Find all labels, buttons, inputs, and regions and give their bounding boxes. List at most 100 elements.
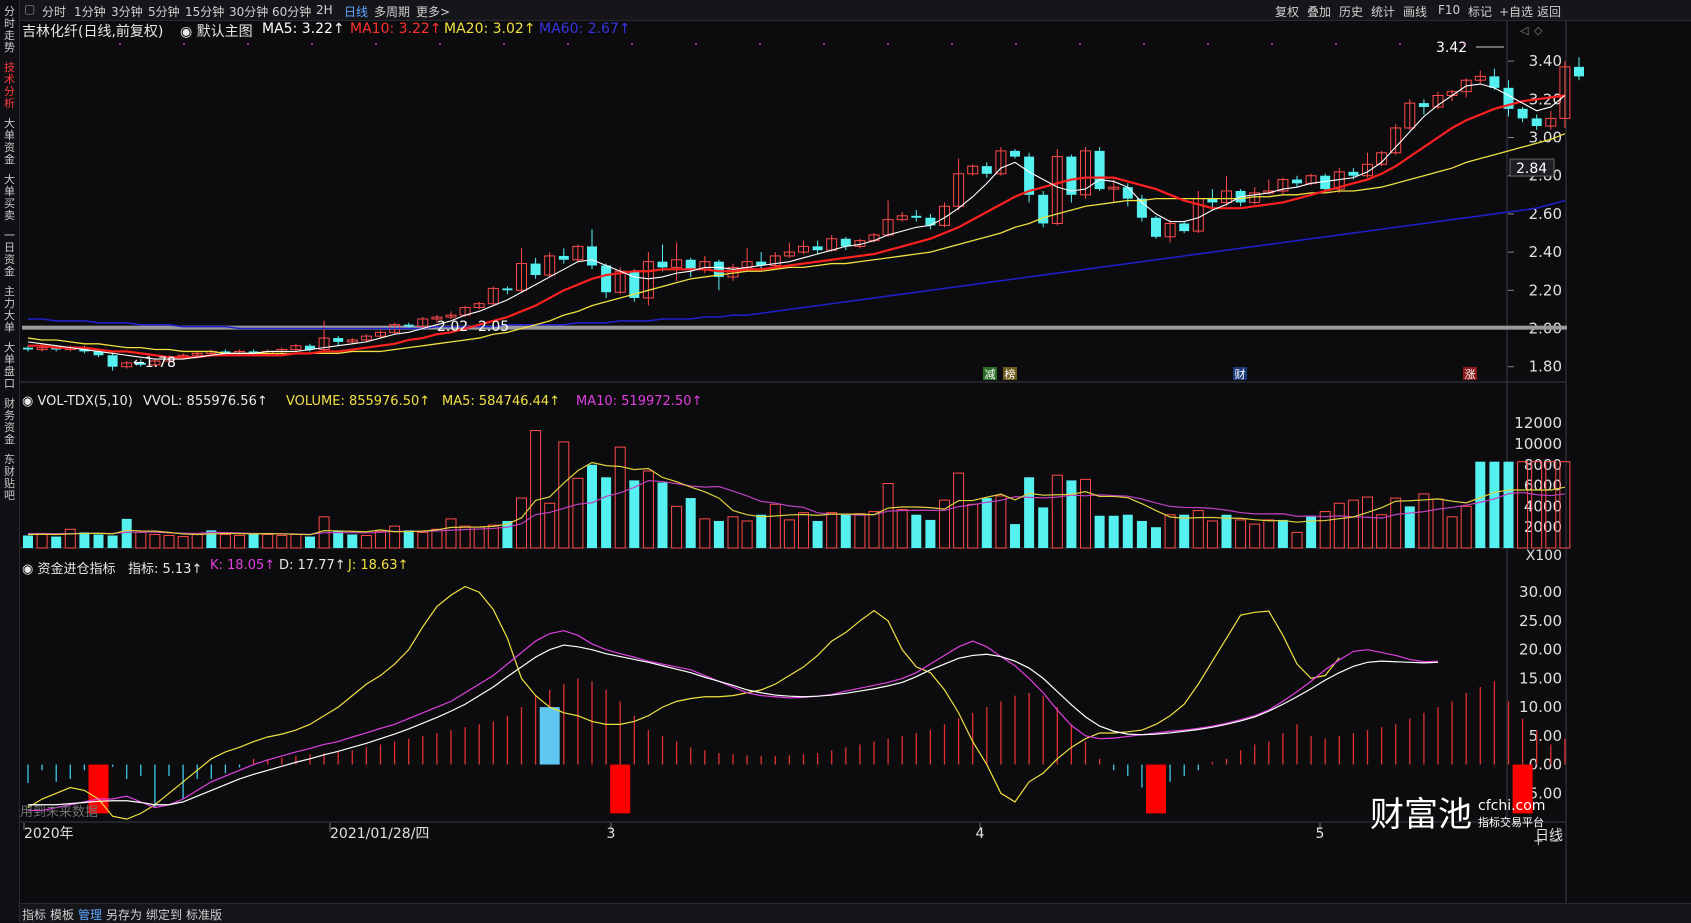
volume-bar <box>248 533 259 548</box>
event-dot <box>503 43 505 45</box>
volume-bar <box>1475 461 1486 548</box>
volume-bar <box>1347 499 1359 549</box>
candle-body <box>1531 118 1542 127</box>
manage-tab[interactable]: 管理 <box>78 906 102 923</box>
volume-bar <box>657 482 668 548</box>
volume-bar <box>1010 524 1020 548</box>
volume-tick-label: 12000 <box>1514 414 1562 432</box>
volume-bar <box>911 514 922 548</box>
event-dot <box>1463 43 1465 45</box>
x-axis-label: 5 <box>1316 826 1325 842</box>
candle-body <box>333 338 344 342</box>
volume-bar <box>1235 519 1247 549</box>
d-line <box>28 644 1439 806</box>
volume-bar <box>995 495 1007 549</box>
event-dot <box>247 43 249 45</box>
volume-bar <box>1164 514 1176 549</box>
volume-bar <box>1038 507 1049 548</box>
volume-bar <box>445 518 457 549</box>
event-dot <box>1399 43 1401 45</box>
volume-bar <box>135 531 147 549</box>
chart-canvas[interactable]: 3.403.203.002.802.602.402.202.001.802.84… <box>0 0 1691 922</box>
save-as-tab[interactable]: 另存为 <box>106 906 142 923</box>
volume-bar <box>868 511 880 549</box>
candle-body <box>1348 171 1359 176</box>
candle-body <box>1489 76 1500 88</box>
candle-body <box>587 246 597 266</box>
event-mark: 涨 <box>1465 368 1476 381</box>
volume-tick-label: 10000 <box>1514 435 1562 453</box>
volume-bar <box>854 513 866 549</box>
x-axis-label: 4 <box>976 826 985 842</box>
volume-bar <box>558 441 570 549</box>
event-dot <box>695 43 697 45</box>
volume-bar <box>1192 510 1204 549</box>
volume-bar <box>107 535 118 548</box>
candle-body <box>601 265 612 293</box>
zoom-out-button: − <box>1549 834 1560 849</box>
price-tick-label: 2.40 <box>1529 243 1562 261</box>
standard-edition-tab[interactable]: 标准版 <box>186 906 222 923</box>
candle-body <box>812 246 823 251</box>
volume-bar <box>333 531 344 548</box>
volume-bar <box>1263 519 1275 549</box>
volume-bar <box>375 530 386 549</box>
volume-bar <box>79 532 90 548</box>
volume-bar <box>530 429 542 549</box>
volume-bar <box>953 472 965 549</box>
volume-bar <box>713 520 724 548</box>
volume-bar <box>64 528 76 549</box>
price-tick-label: 2.60 <box>1529 205 1562 223</box>
volume-bar <box>163 535 175 549</box>
event-dot <box>375 43 377 45</box>
event-mark: 榜 <box>1005 367 1016 381</box>
indicator-tick-label: 5.00 <box>1529 727 1562 745</box>
ma20-line <box>27 133 1566 354</box>
event-dot <box>631 43 633 45</box>
candle-body <box>530 263 541 276</box>
event-dot <box>951 43 953 45</box>
event-mark: 财 <box>1235 367 1246 381</box>
volume-bar <box>840 514 851 548</box>
volume-bar <box>234 535 245 549</box>
event-dot <box>183 43 185 45</box>
candle-body <box>657 261 668 268</box>
candle-body <box>685 259 696 270</box>
event-dot <box>1335 43 1337 45</box>
volume-bar <box>756 514 767 548</box>
event-dot <box>1271 43 1273 45</box>
volume-bar <box>417 531 429 549</box>
volume-bar <box>93 534 104 548</box>
candle-body <box>1151 217 1161 237</box>
volume-bar <box>1291 531 1303 549</box>
volume-bar <box>882 483 894 549</box>
zoom-in-button: + <box>1533 834 1544 849</box>
event-dot <box>1207 43 1209 45</box>
volume-bar <box>1432 498 1444 549</box>
volume-bar <box>769 503 781 549</box>
volume-bar <box>290 533 302 549</box>
volume-bar <box>544 502 556 549</box>
volume-bar <box>1362 496 1373 549</box>
event-dot <box>1015 43 1017 45</box>
volume-bar <box>1446 516 1458 549</box>
volume-bar <box>51 536 62 548</box>
volume-bar <box>826 512 838 549</box>
candle-body <box>1292 179 1302 184</box>
candle-body <box>1418 103 1429 107</box>
candle-body <box>911 215 922 218</box>
volume-bar <box>1221 514 1232 548</box>
event-dot <box>119 43 121 45</box>
bind-to-tab[interactable]: 绑定到 <box>146 906 182 923</box>
price-annotation: 2.02 <box>437 319 468 335</box>
volume-bar <box>741 520 753 549</box>
candle-body <box>981 166 992 174</box>
volume-bar <box>671 505 683 549</box>
volume-bar <box>360 535 372 549</box>
volume-bar <box>389 525 401 549</box>
volume-bar <box>798 512 809 549</box>
buy-signal-bar <box>539 707 560 765</box>
brand-domain: cfchi.com <box>1478 798 1545 814</box>
template-tab[interactable]: 模板 <box>50 906 74 923</box>
indicator-tab[interactable]: 指标 <box>22 906 46 923</box>
